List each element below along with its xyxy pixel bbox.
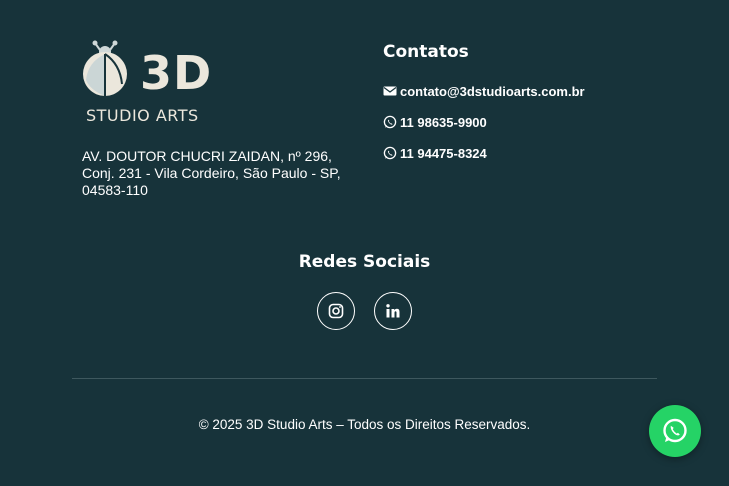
company-address: AV. DOUTOR CHUCRI ZAIDAN, nº 296, Conj. … [82, 148, 341, 198]
contacts-title: Contatos [383, 42, 469, 62]
envelope-icon [383, 84, 397, 98]
instagram-button[interactable] [317, 292, 355, 330]
contact-email-text: contato@3dstudioarts.com.br [400, 83, 585, 99]
contact-phone-link-2[interactable]: 11 94475-8324 [383, 144, 585, 162]
linkedin-icon [386, 304, 400, 318]
contact-phone-link-1[interactable]: 11 98635-9900 [383, 113, 585, 131]
logo-subtitle: STUDIO ARTS [86, 106, 199, 125]
social-links [317, 292, 412, 330]
contact-email-link[interactable]: contato@3dstudioarts.com.br [383, 82, 585, 100]
ladybug-logo-icon [83, 40, 127, 96]
contact-phone-text-2: 11 94475-8324 [400, 145, 487, 161]
site-footer: 3D STUDIO ARTS AV. DOUTOR CHUCRI ZAIDAN,… [0, 0, 729, 486]
whatsapp-icon [383, 115, 397, 129]
whatsapp-icon [383, 146, 397, 160]
logo-brand-text: 3D [140, 46, 213, 100]
whatsapp-icon [663, 418, 687, 443]
whatsapp-floating-button[interactable] [649, 405, 701, 457]
footer-divider [72, 378, 657, 379]
linkedin-button[interactable] [374, 292, 412, 330]
instagram-icon [328, 303, 344, 319]
social-title: Redes Sociais [298, 252, 431, 272]
copyright-text: © 2025 3D Studio Arts – Todos os Direito… [198, 417, 531, 432]
contact-phone-text-1: 11 98635-9900 [400, 114, 487, 130]
brand-logo[interactable]: 3D STUDIO ARTS [80, 40, 220, 130]
contacts-section: Contatos contato@3dstudioarts.com.br 11 … [383, 42, 585, 175]
